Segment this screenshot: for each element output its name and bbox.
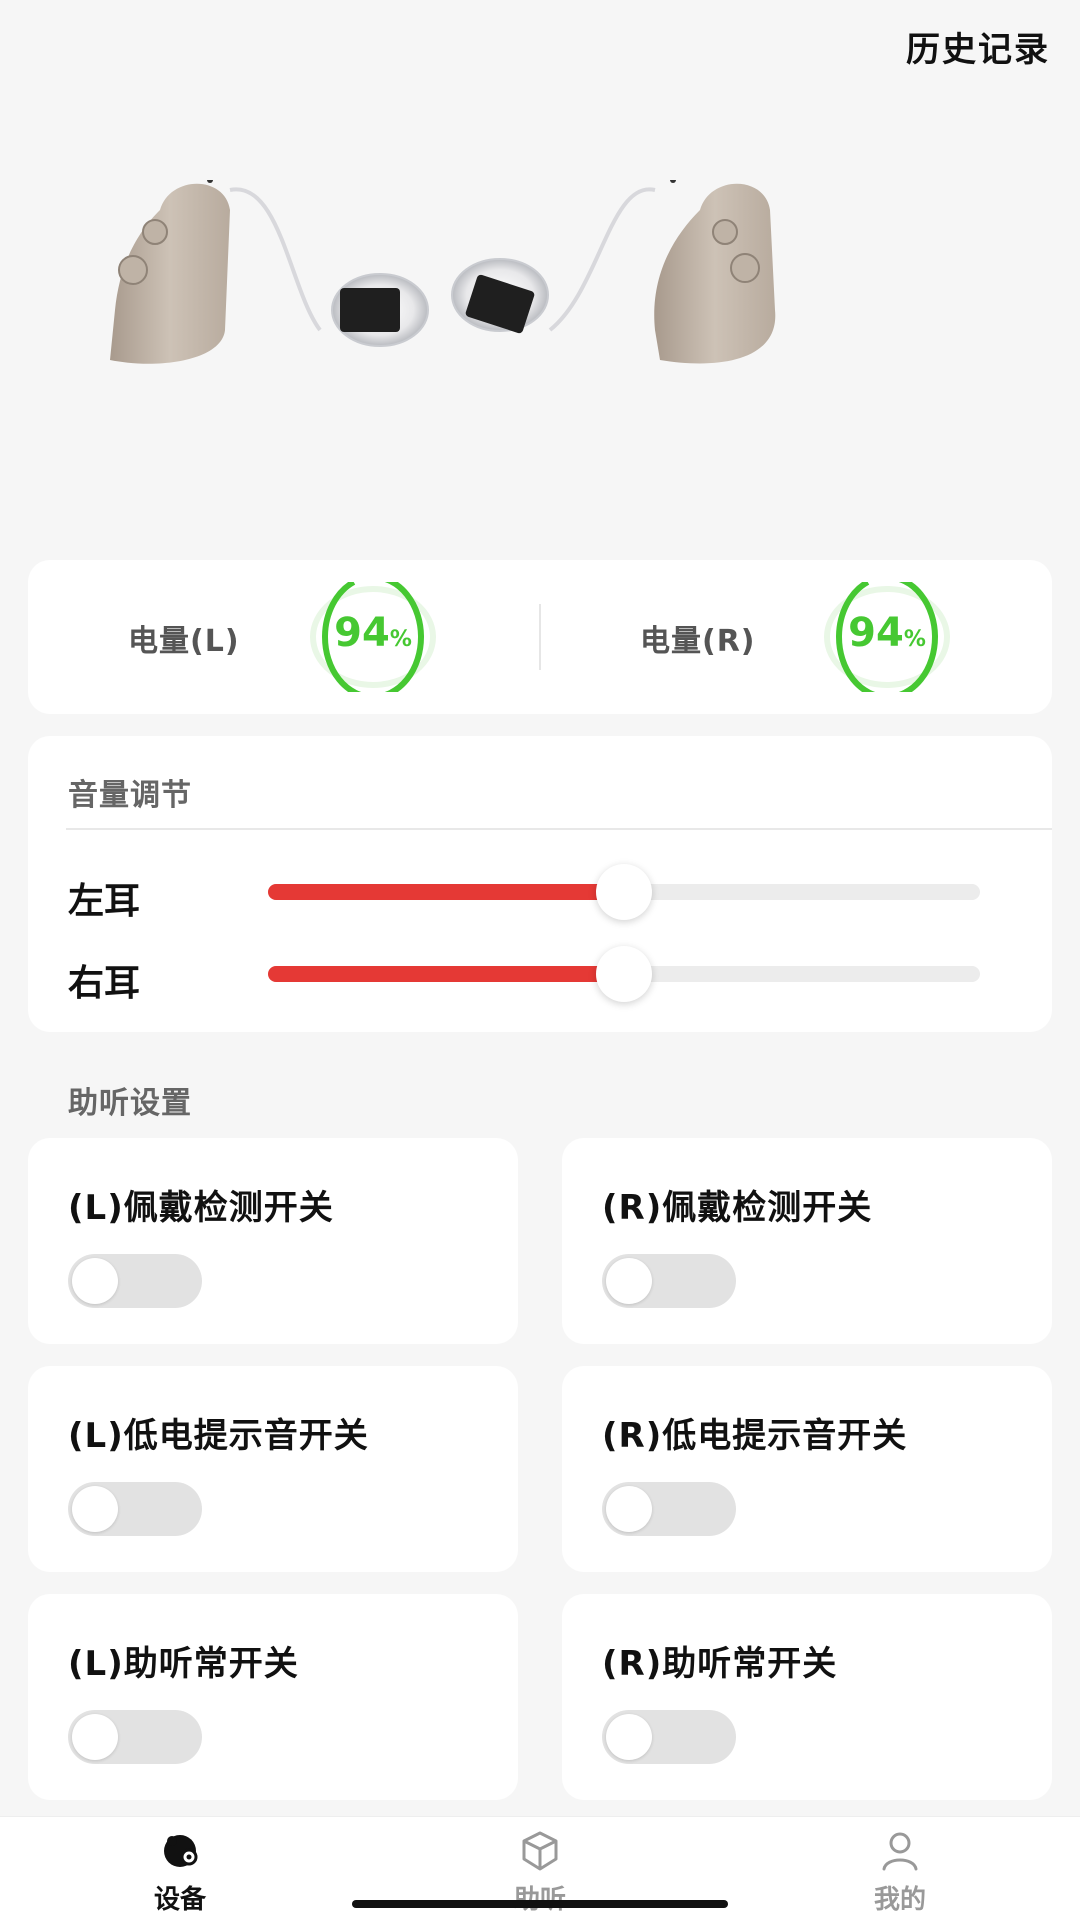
battery-right-ring: 94% — [822, 582, 952, 692]
setting-label: (L)助听常开关 — [68, 1644, 299, 1684]
setting-card-l-low-battery-tone: (L)低电提示音开关 — [28, 1366, 518, 1572]
setting-card-r-low-battery-tone: (R)低电提示音开关 — [562, 1366, 1052, 1572]
battery-left-value: 94 — [334, 610, 390, 656]
l-low-battery-tone-toggle[interactable] — [68, 1482, 202, 1536]
setting-card-l-hearing-always-on: (L)助听常开关 — [28, 1594, 518, 1800]
setting-label: (R)助听常开关 — [602, 1644, 838, 1684]
right-ear-label: 右耳 — [68, 963, 141, 1004]
toggle-knob — [606, 1486, 652, 1532]
home-indicator — [352, 1900, 728, 1908]
r-hearing-always-on-toggle[interactable] — [602, 1710, 736, 1764]
setting-label: (L)低电提示音开关 — [68, 1416, 369, 1456]
nav-label: 设备 — [153, 1885, 206, 1915]
user-icon — [882, 1832, 918, 1871]
nav-item-mine[interactable]: 我的 — [830, 1827, 970, 1917]
battery-right-label: 电量(R) — [640, 624, 756, 659]
battery-left-ring: 94% — [308, 582, 438, 692]
toggle-knob — [606, 1714, 652, 1760]
setting-label: (R)低电提示音开关 — [602, 1416, 908, 1456]
r-low-battery-tone-toggle[interactable] — [602, 1482, 736, 1536]
setting-card-l-wear-detect: (L)佩戴检测开关 — [28, 1138, 518, 1344]
battery-card: 电量(L) 94% 电量(R) 94% — [28, 560, 1052, 714]
nav-label: 我的 — [873, 1885, 926, 1915]
volume-title: 音量调节 — [68, 778, 192, 813]
setting-card-r-hearing-always-on: (R)助听常开关 — [562, 1594, 1052, 1800]
r-wear-detect-toggle[interactable] — [602, 1254, 736, 1308]
toggle-knob — [72, 1714, 118, 1760]
setting-label: (R)佩戴检测开关 — [602, 1188, 873, 1228]
left-ear-label: 左耳 — [68, 881, 141, 922]
battery-left-unit: % — [389, 627, 412, 652]
left-ear-volume-thumb[interactable] — [596, 864, 652, 920]
l-hearing-always-on-toggle[interactable] — [68, 1710, 202, 1764]
left-ear-volume-fill — [268, 884, 624, 900]
right-ear-volume-slider[interactable] — [268, 946, 980, 1002]
l-wear-detect-toggle[interactable] — [68, 1254, 202, 1308]
setting-label: (L)佩戴检测开关 — [68, 1188, 334, 1228]
hearing-aid-image — [110, 180, 776, 364]
battery-left-label: 电量(L) — [128, 624, 240, 659]
history-link[interactable]: 历史记录 — [906, 22, 1050, 71]
volume-separator — [66, 828, 1052, 830]
nav-label: 助听 — [470, 1879, 610, 1916]
device-page: 历史记录 电量(L) 94% 电量(R) 94% 音量调节 左耳 右耳 助听设置… — [0, 0, 1080, 1920]
battery-right-value: 94 — [848, 610, 904, 656]
settings-title: 助听设置 — [68, 1086, 192, 1121]
right-ear-volume-thumb[interactable] — [596, 946, 652, 1002]
battery-divider — [539, 604, 541, 670]
toggle-knob — [72, 1486, 118, 1532]
toggle-knob — [72, 1258, 118, 1304]
nav-item-device[interactable]: 设备 — [110, 1827, 250, 1917]
toggle-knob — [606, 1258, 652, 1304]
cube-icon — [522, 1831, 558, 1871]
device-icon — [164, 1835, 198, 1867]
battery-right-unit: % — [903, 627, 926, 652]
setting-card-r-wear-detect: (R)佩戴检测开关 — [562, 1138, 1052, 1344]
left-ear-volume-slider[interactable] — [268, 864, 980, 920]
right-ear-volume-fill — [268, 966, 624, 982]
volume-card: 音量调节 左耳 右耳 — [28, 736, 1052, 1032]
